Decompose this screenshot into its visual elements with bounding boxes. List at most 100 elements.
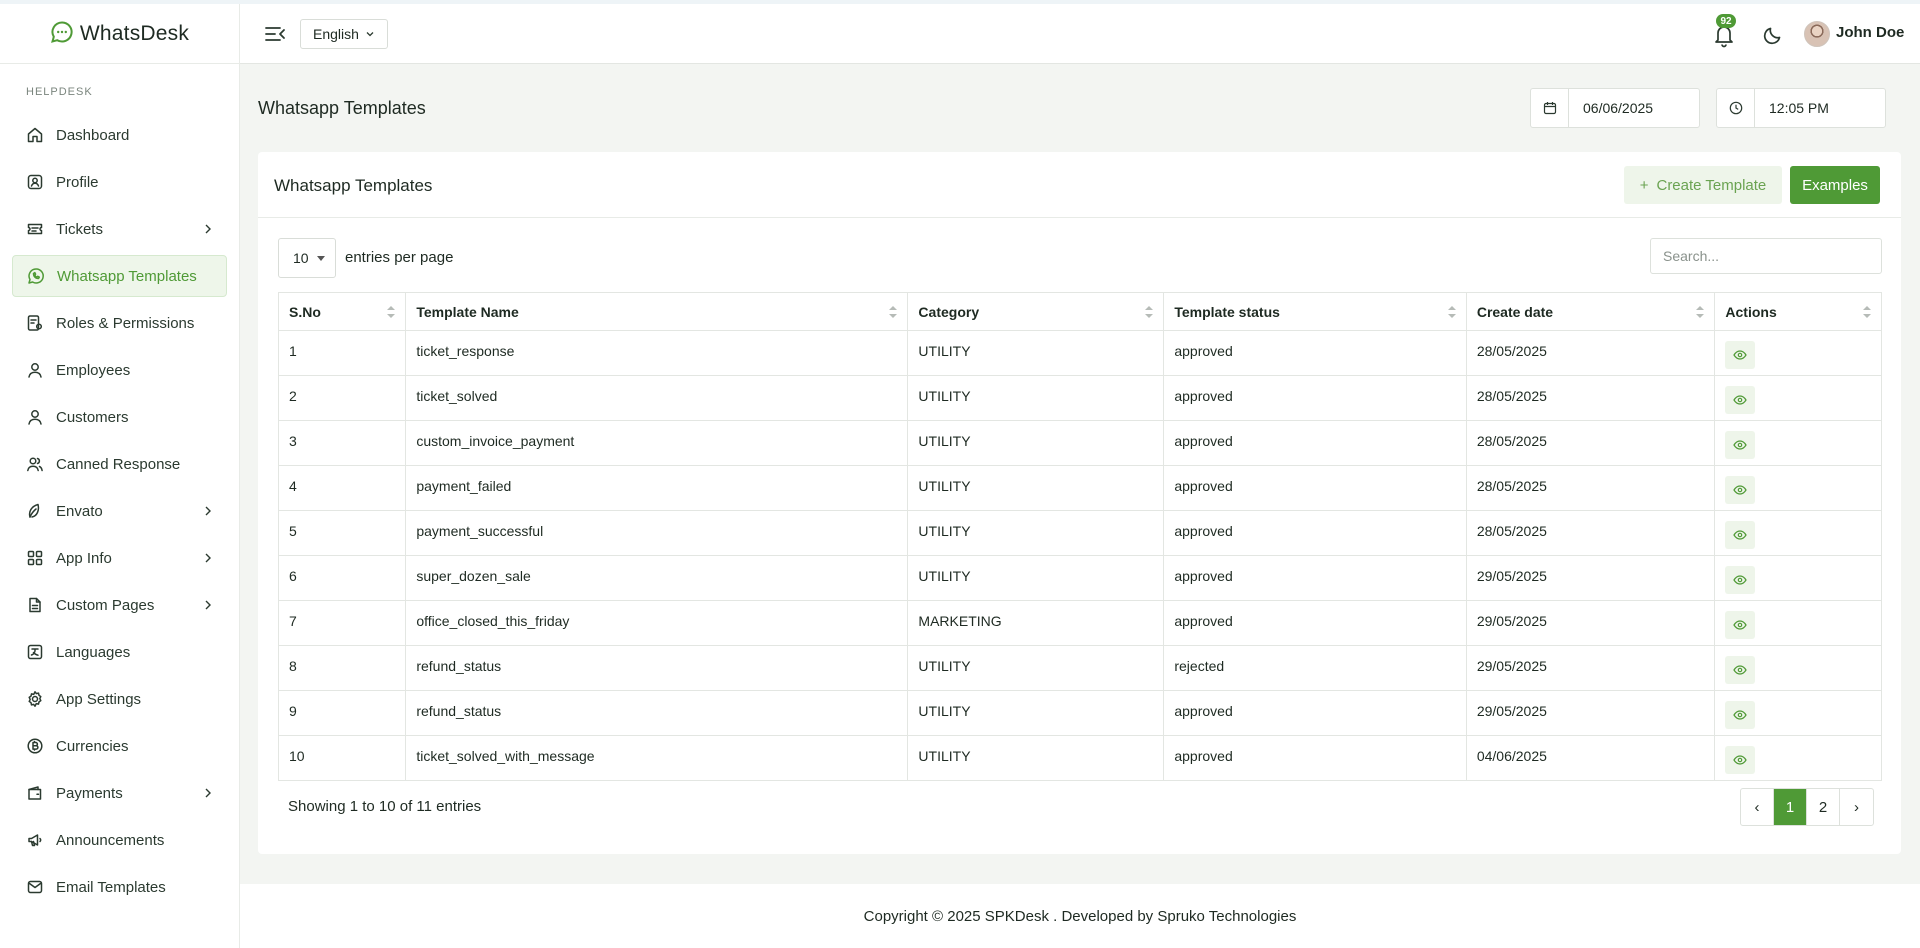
view-template-button[interactable] [1725,566,1756,594]
chevron-right-icon [203,222,213,239]
column-header[interactable]: Category [907,292,1165,331]
actions-cell [1714,420,1882,466]
card-title: Whatsapp Templates [274,176,433,195]
table-row: 6 super_dozen_sale UTILITY approved 29/05/20… [277,555,1882,601]
create-template-button[interactable]: + Create Template [1624,166,1782,204]
sidebar-item-roles-permissions[interactable]: Roles & Permissions [12,302,227,344]
cell-text: 10 [289,748,305,764]
sidebar-item-app-settings[interactable]: App Settings [12,678,227,720]
sidebar-item-app-info[interactable]: App Info [12,537,227,579]
sidebar-item-label: Currencies [56,737,129,755]
calendar-icon [1531,89,1569,127]
sidebar-item-tickets[interactable]: Tickets [12,208,227,250]
sidebar-item-announcements[interactable]: Announcements [12,819,227,861]
table-cell: rejected [1163,645,1467,691]
brand-name: WhatsDesk [79,21,190,45]
pagination-page-1[interactable]: 1 [1774,789,1807,825]
pagination-next-button[interactable]: › [1840,789,1873,825]
cell-text: UTILITY [918,433,971,449]
sidebar-item-envato[interactable]: Envato [12,490,227,532]
table-cell: 8 [277,645,407,691]
sidebar-toggle-icon[interactable] [264,24,286,44]
table-cell: 5 [277,510,407,556]
table-cell: UTILITY [907,375,1165,421]
sidebar-item-customers[interactable]: Customers [12,396,227,438]
language-select[interactable]: English [300,19,388,49]
card-header: Whatsapp Templates + Create Template Exa… [258,152,1901,218]
sort-icon [1145,306,1154,318]
view-template-button[interactable] [1725,341,1756,369]
sort-icon [889,306,898,318]
cell-text: 29/05/2025 [1476,658,1547,674]
sidebar-section-label: HELPDESK [26,86,93,98]
cell-text: UTILITY [918,658,971,674]
column-header[interactable]: Actions [1714,292,1882,331]
table-cell: refund_status [405,645,909,691]
user-name[interactable]: John Doe [1836,24,1904,41]
sidebar-item-languages[interactable]: Languages [12,631,227,673]
examples-button[interactable]: Examples [1790,166,1880,204]
cell-text: 29/05/2025 [1476,613,1547,629]
column-header[interactable]: S.No [277,292,407,331]
column-header[interactable]: Create date [1465,292,1716,331]
table-cell: UTILITY [907,465,1165,511]
table-cell: 28/05/2025 [1465,510,1716,556]
view-template-button[interactable] [1725,476,1756,504]
column-header[interactable]: Template Name [405,292,909,331]
view-template-button[interactable] [1725,611,1756,639]
table-cell: UTILITY [907,735,1165,781]
view-template-button[interactable] [1725,386,1756,414]
table-cell: ticket_response [405,330,909,376]
eye-icon [1733,618,1748,633]
view-template-button[interactable] [1725,656,1756,684]
search-input[interactable] [1650,238,1882,274]
table-cell: 29/05/2025 [1465,645,1716,691]
actions-cell [1714,330,1882,376]
cell-text: 28/05/2025 [1476,388,1547,404]
sidebar-item-email-templates[interactable]: Email Templates [12,866,227,908]
pagination-prev-button[interactable]: ‹ [1741,789,1774,825]
view-template-button[interactable] [1725,746,1756,774]
caret-down-icon [317,256,325,261]
cell-text: 3 [289,433,297,449]
sidebar-item-label: Whatsapp Templates [57,267,197,285]
templates-table: S.No Template Name Category Template status… [277,292,1882,781]
sidebar-item-custom-pages[interactable]: Custom Pages [12,584,227,626]
table-cell: 29/05/2025 [1465,600,1716,646]
time-picker[interactable]: 12:05 PM [1716,88,1886,128]
date-picker[interactable]: 06/06/2025 [1530,88,1700,128]
sidebar-item-payments[interactable]: Payments [12,772,227,814]
sidebar-item-dashboard[interactable]: Dashboard [12,114,227,156]
brand-logo[interactable]: WhatsDesk [0,4,239,64]
cell-text: 28/05/2025 [1476,478,1547,494]
file-icon [26,596,44,614]
pagination-page-2[interactable]: 2 [1807,789,1840,825]
sidebar-item-currencies[interactable]: Currencies [12,725,227,767]
cell-text: approved [1174,523,1233,539]
dark-mode-moon-icon[interactable] [1762,24,1784,46]
cell-text: 2 [289,388,297,404]
sort-icon [1696,306,1705,318]
wallet-icon [26,784,44,802]
sidebar-item-canned-response[interactable]: Canned Response [12,443,227,485]
view-template-button[interactable] [1725,521,1756,549]
sidebar-item-whatsapp-templates[interactable]: Whatsapp Templates [12,255,227,297]
table-cell: 28/05/2025 [1465,330,1716,376]
eye-icon [1733,348,1748,363]
sidebar-item-label: Customers [56,408,129,426]
apps-icon [26,549,44,567]
eye-icon [1733,663,1748,678]
view-template-button[interactable] [1725,701,1756,729]
view-template-button[interactable] [1725,431,1756,459]
sidebar-item-profile[interactable]: Profile [12,161,227,203]
roles-icon [26,314,44,332]
templates-card: Whatsapp Templates + Create Template Exa… [258,152,1901,854]
table-cell: approved [1163,600,1467,646]
entries-per-page-select[interactable]: 10 [278,238,336,278]
avatar[interactable] [1804,21,1830,47]
column-header[interactable]: Template status [1163,292,1467,331]
cell-text: ticket_solved [416,388,498,404]
cell-text: 28/05/2025 [1476,343,1547,359]
cell-text: super_dozen_sale [416,568,531,584]
sidebar-item-employees[interactable]: Employees [12,349,227,391]
